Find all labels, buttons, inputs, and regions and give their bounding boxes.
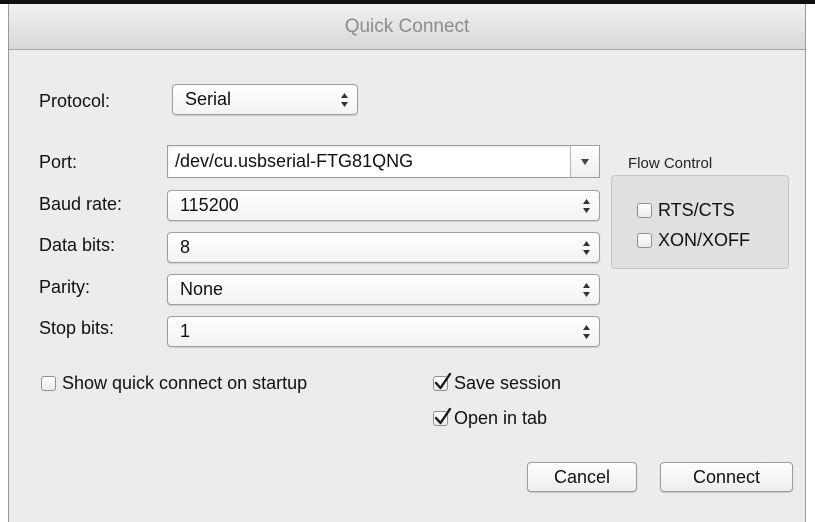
connect-button[interactable]: Connect xyxy=(660,462,793,492)
xon-xoff-box[interactable] xyxy=(637,233,652,248)
open-in-tab-checkbox[interactable]: Open in tab xyxy=(433,407,548,429)
save-session-label: Save session xyxy=(454,373,562,393)
stop-bits-value: 1 xyxy=(180,321,191,341)
rts-cts-label: RTS/CTS xyxy=(658,200,735,220)
stop-bits-select[interactable]: 1 xyxy=(167,316,600,347)
up-down-arrows-icon xyxy=(583,198,590,213)
data-bits-value: 8 xyxy=(180,237,191,257)
up-down-arrows-icon xyxy=(341,92,348,107)
port-label: Port: xyxy=(39,152,78,172)
up-down-arrows-icon xyxy=(583,240,590,255)
xon-xoff-checkbox[interactable]: XON/XOFF xyxy=(637,230,750,251)
rts-cts-box[interactable] xyxy=(637,203,652,218)
save-session-box[interactable] xyxy=(433,372,452,391)
up-down-arrows-icon xyxy=(583,282,590,297)
parity-value: None xyxy=(180,279,224,299)
data-bits-select[interactable]: 8 xyxy=(167,232,600,263)
cancel-button[interactable]: Cancel xyxy=(527,462,637,492)
port-dropdown-button[interactable] xyxy=(570,146,599,177)
protocol-value: Serial xyxy=(185,89,232,109)
xon-xoff-label: XON/XOFF xyxy=(658,230,751,250)
baud-rate-select[interactable]: 115200 xyxy=(167,190,600,221)
protocol-label: Protocol: xyxy=(39,91,111,111)
stop-bits-label: Stop bits: xyxy=(39,318,115,338)
parity-label: Parity: xyxy=(39,277,91,297)
flow-control-title: Flow Control xyxy=(628,155,713,172)
show-on-startup-label: Show quick connect on startup xyxy=(62,373,308,393)
checkmark-icon xyxy=(434,407,452,425)
port-combobox[interactable]: /dev/cu.usbserial-FTG81QNG xyxy=(167,145,600,178)
data-bits-label: Data bits: xyxy=(39,235,116,255)
triangle-down-icon xyxy=(581,158,589,165)
parity-select[interactable]: None xyxy=(167,274,600,305)
rts-cts-checkbox[interactable]: RTS/CTS xyxy=(637,200,735,221)
flow-control-group xyxy=(611,175,789,269)
save-session-checkbox[interactable]: Save session xyxy=(433,372,562,394)
open-in-tab-box[interactable] xyxy=(433,407,452,426)
protocol-select[interactable]: Serial xyxy=(172,84,358,115)
port-value: /dev/cu.usbserial-FTG81QNG xyxy=(175,151,414,171)
baud-rate-value: 115200 xyxy=(180,195,239,215)
quick-connect-dialog: Quick Connect Protocol: Serial Port: /de… xyxy=(8,4,806,522)
show-on-startup-checkbox[interactable]: Show quick connect on startup xyxy=(41,373,307,394)
baud-rate-label: Baud rate: xyxy=(39,194,123,214)
window-title: Quick Connect xyxy=(9,4,805,50)
up-down-arrows-icon xyxy=(583,324,590,339)
open-in-tab-label: Open in tab xyxy=(454,408,548,428)
show-on-startup-box[interactable] xyxy=(41,376,56,391)
checkmark-icon xyxy=(434,372,452,390)
